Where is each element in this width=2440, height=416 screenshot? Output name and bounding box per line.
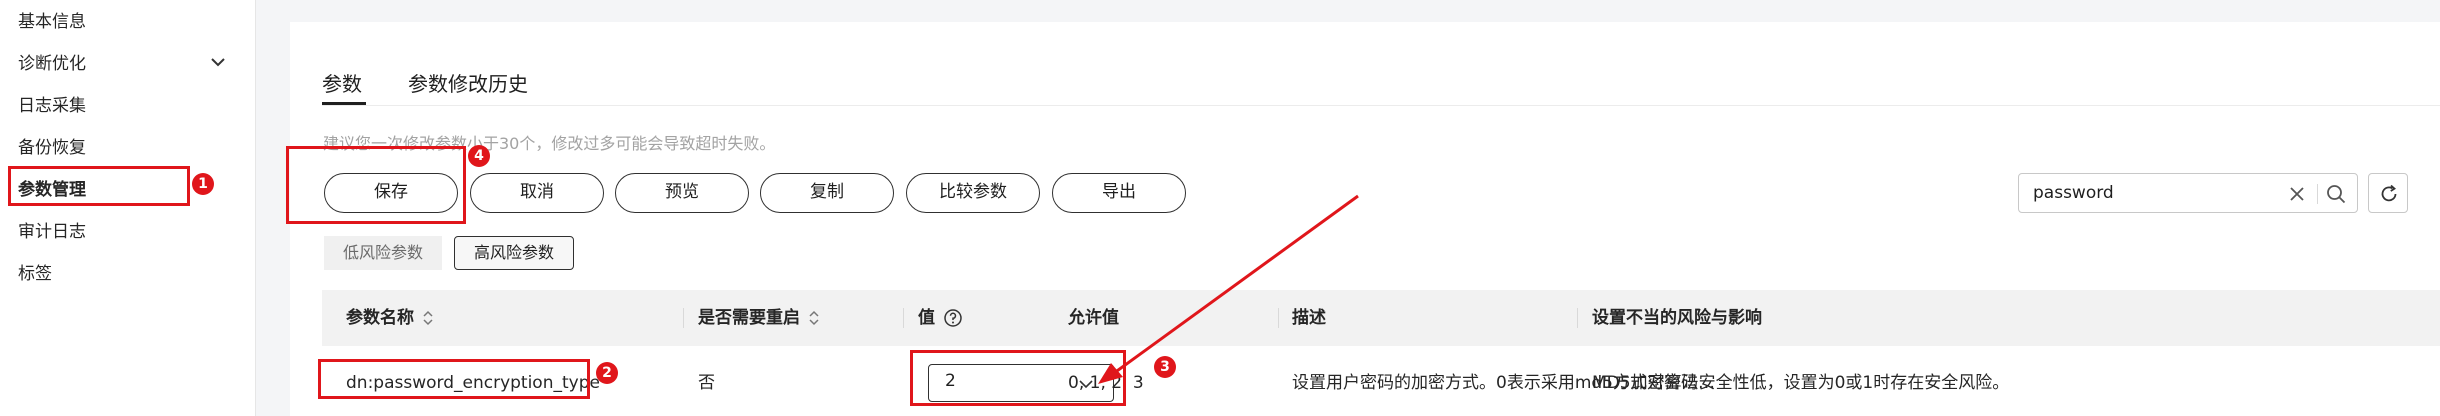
annotation-arrow [1098,194,1359,384]
